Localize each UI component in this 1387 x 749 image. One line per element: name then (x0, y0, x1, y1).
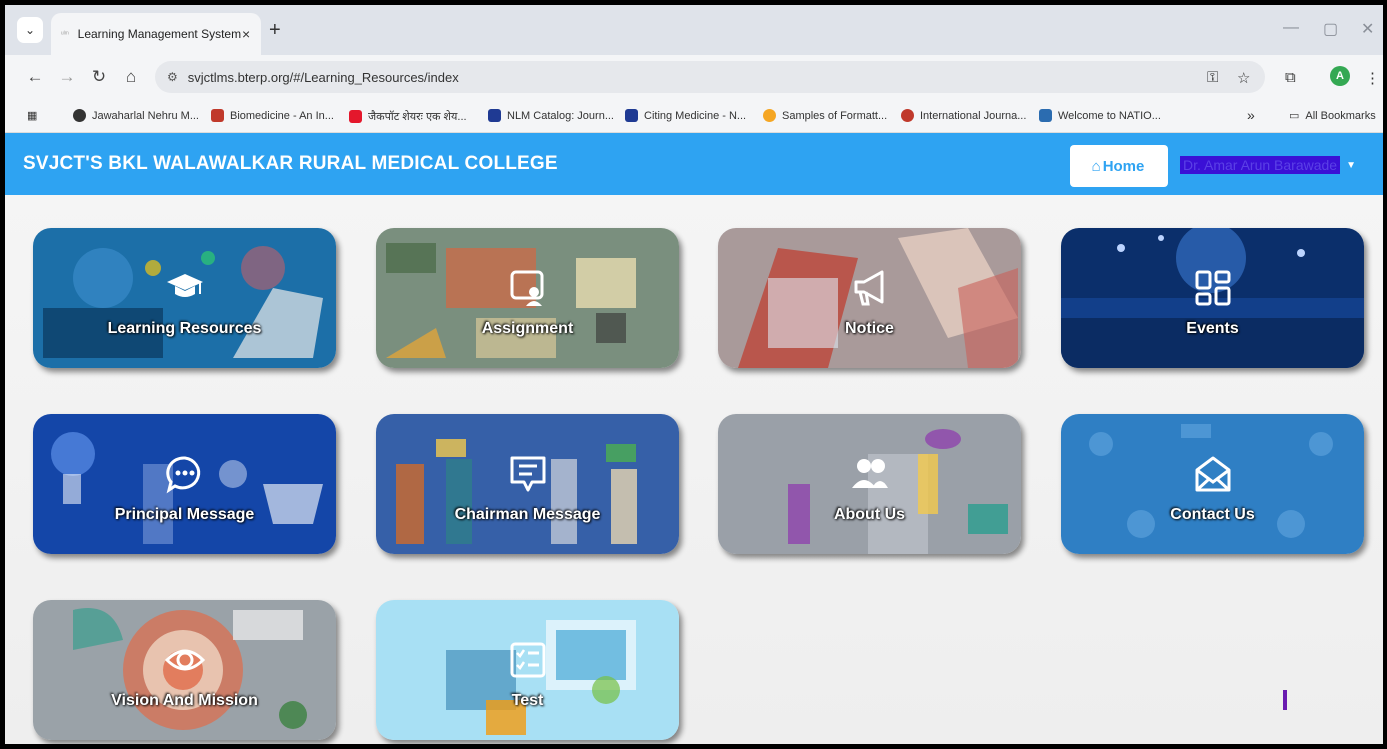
bookmark-item[interactable]: Jawaharlal Nehru M... (73, 109, 199, 122)
bookmark-item[interactable]: Welcome to NATIO... (1039, 109, 1161, 122)
ncbi-logo-icon (488, 109, 501, 122)
caret-down-icon: ▼ (1346, 159, 1356, 171)
samples-logo-icon (763, 109, 776, 122)
profile-avatar[interactable]: A (1330, 66, 1350, 86)
envelope-icon (1192, 454, 1234, 494)
dashboard-content: Learning Resources Assignment Notice Eve… (5, 195, 1383, 744)
bookmark-label: NLM Catalog: Journ... (507, 109, 614, 122)
eye-icon (164, 640, 206, 680)
tab-title: Learning Management System (77, 27, 242, 41)
globe-icon (73, 109, 86, 122)
card-learning-resources[interactable]: Learning Resources (33, 228, 336, 368)
users-icon (849, 454, 891, 494)
site-info-icon[interactable]: ⚙ (167, 70, 178, 84)
college-title: SVJCT'S BKL WALAWALKAR RURAL MEDICAL COL… (23, 153, 558, 174)
browser-tabstrip: ⌄ ᵘˡᵐ Learning Management System × + — ▢… (5, 5, 1383, 55)
home-icon: ⌂ (1091, 157, 1101, 175)
browser-toolbar: ← → ↻ ⌂ ⚙ svjctlms.bterp.org/#/Learning_… (5, 55, 1383, 99)
new-tab-button[interactable]: + (269, 19, 281, 42)
reload-icon[interactable]: ↻ (89, 67, 109, 87)
card-test[interactable]: Test (376, 600, 679, 740)
card-label: Events (1186, 320, 1239, 337)
user-name: Dr. Amar Arun Barawade (1180, 156, 1341, 174)
bookmarks-bar: ▦ Jawaharlal Nehru M... Biomedicine - An… (5, 99, 1383, 133)
browser-tab-active[interactable]: ᵘˡᵐ Learning Management System × (51, 13, 261, 55)
card-label: Contact Us (1170, 506, 1255, 523)
dashboard-grid-icon (1192, 268, 1234, 308)
card-contact-us[interactable]: Contact Us (1061, 414, 1364, 554)
m-logo-icon (349, 110, 362, 123)
message-text-icon (507, 454, 549, 494)
card-label: Chairman Message (454, 506, 601, 523)
ncbi-logo-icon (625, 109, 638, 122)
shield-logo-icon (211, 109, 224, 122)
checklist-icon (507, 640, 549, 680)
back-icon[interactable]: ← (25, 67, 45, 87)
text-cursor-icon (1283, 690, 1287, 710)
chat-bubble-icon (164, 454, 206, 494)
card-label: Principal Message (114, 506, 255, 523)
bookmark-label: Citing Medicine - N... (644, 109, 747, 122)
tab-close-icon[interactable]: × (241, 26, 251, 42)
card-label: Test (511, 692, 544, 709)
bookmark-star-icon[interactable]: ☆ (1237, 69, 1250, 87)
menu-kebab-icon[interactable]: ⋮ (1365, 69, 1380, 87)
user-menu[interactable]: Dr. Amar Arun Barawade ▼ (1180, 156, 1356, 174)
tab-search-button[interactable]: ⌄ (17, 17, 43, 43)
card-label: Vision And Mission (111, 692, 258, 709)
more-bookmarks-icon[interactable]: » (1247, 107, 1255, 123)
card-label: About Us (833, 506, 906, 523)
card-principal-message[interactable]: Principal Message (33, 414, 336, 554)
tab-favicon-icon: ᵘˡᵐ (61, 30, 69, 38)
presentation-user-icon (507, 268, 549, 308)
bookmark-label: Welcome to NATIO... (1058, 109, 1161, 122)
all-bookmarks-button[interactable]: ▭ All Bookmarks (1289, 109, 1376, 123)
bookmark-item[interactable]: NLM Catalog: Journ... (488, 109, 614, 122)
card-label: Learning Resources (107, 320, 262, 337)
bookmark-label: Biomedicine - An In... (230, 109, 334, 122)
address-bar[interactable]: ⚙ svjctlms.bterp.org/#/Learning_Resource… (155, 61, 1265, 93)
card-label: Assignment (481, 320, 574, 337)
home-label: Home (1102, 157, 1145, 175)
card-label: Notice (845, 320, 894, 337)
person-logo-icon (1039, 109, 1052, 122)
all-bookmarks-label: All Bookmarks (1305, 109, 1376, 122)
minimize-icon[interactable]: — (1283, 19, 1299, 37)
card-about-us[interactable]: About Us (718, 414, 1021, 554)
bookmark-item[interactable]: Citing Medicine - N... (625, 109, 746, 122)
bookmark-item[interactable]: Samples of Formatt... (763, 109, 887, 122)
bookmark-item[interactable]: Biomedicine - An In... (211, 109, 334, 122)
close-window-icon[interactable]: ✕ (1361, 19, 1374, 39)
forward-icon[interactable]: → (57, 67, 77, 87)
password-key-icon[interactable]: ⚿ (1207, 69, 1218, 86)
folder-icon: ▭ (1289, 110, 1300, 122)
screen-frame: ⌄ ᵘˡᵐ Learning Management System × + — ▢… (0, 0, 1387, 749)
url-text: svjctlms.bterp.org/#/Learning_Resources/… (187, 69, 459, 85)
bookmark-label: International Journa... (920, 109, 1027, 122)
card-notice[interactable]: Notice (718, 228, 1021, 368)
bookmark-item[interactable]: International Journa... (901, 109, 1026, 122)
card-vision-and-mission[interactable]: Vision And Mission (33, 600, 336, 740)
graduation-cap-icon (164, 268, 206, 308)
megaphone-icon (849, 268, 891, 308)
card-assignment[interactable]: Assignment (376, 228, 679, 368)
card-events[interactable]: Events (1061, 228, 1364, 368)
journal-logo-icon (901, 109, 914, 122)
home-button[interactable]: ⌂ Home (1070, 145, 1168, 187)
bookmark-label: Jawaharlal Nehru M... (92, 109, 199, 122)
bookmark-label: Samples of Formatt... (782, 109, 888, 122)
apps-grid-icon[interactable]: ▦ (27, 109, 37, 122)
extensions-icon[interactable]: ⧉ (1285, 69, 1296, 86)
bookmark-item[interactable]: जैकपॉट शेयरः एक शेय... (349, 109, 467, 124)
app-header: SVJCT'S BKL WALAWALKAR RURAL MEDICAL COL… (5, 133, 1383, 195)
restore-icon[interactable]: ▢ (1323, 19, 1338, 39)
card-chairman-message[interactable]: Chairman Message (376, 414, 679, 554)
bookmark-label: जैकपॉट शेयरः एक शेय... (368, 111, 467, 123)
home-icon[interactable]: ⌂ (121, 67, 141, 87)
